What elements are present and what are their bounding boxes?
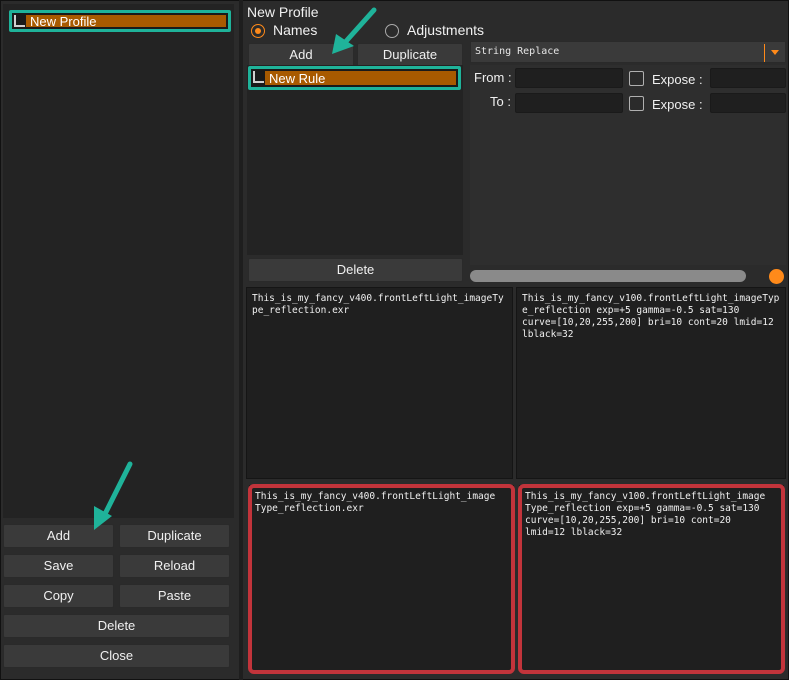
profile-list[interactable]: New Profile [3,4,234,518]
adjustments-radio-label[interactable]: Adjustments [407,22,484,38]
rule-list[interactable]: New Rule [247,65,463,255]
expose-to-checkbox[interactable] [629,96,644,111]
paste-button[interactable]: Paste [119,584,230,608]
dropdown-separator [764,44,765,62]
delete-rule-button[interactable]: Delete [248,258,463,282]
copy-button[interactable]: Copy [3,584,114,608]
annotation-arrow-icon [332,7,377,54]
reload-button[interactable]: Reload [119,554,230,578]
splitter[interactable] [239,0,243,680]
expose-from-label: Expose : [652,72,703,87]
source-name-preview[interactable]: This_is_my_fancy_v400.frontLeftLight_ima… [246,287,513,479]
profile-title: New Profile [247,4,319,20]
tree-branch-icon [14,15,25,27]
rule-item-label: New Rule [269,71,326,86]
expose-to-label: Expose : [652,97,703,112]
operation-dropdown[interactable]: String Replace [470,41,786,63]
close-button[interactable]: Close [3,644,230,668]
save-button[interactable]: Save [3,554,114,578]
to-label: To : [490,94,511,109]
horizontal-scrollbar[interactable] [470,270,746,282]
scroll-handle[interactable] [769,269,784,284]
tree-branch-icon [253,71,264,83]
adjustments-radio[interactable] [385,24,399,38]
delete-profile-button[interactable]: Delete [3,614,230,638]
result-name-highlight [248,484,515,674]
operation-value: String Replace [475,46,560,57]
result-adjust-highlight [518,484,785,674]
annotation-arrow-icon [94,461,133,530]
expose-from-field[interactable] [710,68,786,88]
expose-from-checkbox[interactable] [629,71,644,86]
profile-item-label: New Profile [30,14,97,29]
rule-item-new-rule[interactable]: New Rule [248,66,461,90]
from-field[interactable] [515,68,623,88]
to-field[interactable] [515,93,623,113]
names-radio[interactable] [251,24,265,38]
chevron-down-icon[interactable] [771,50,779,55]
expose-to-field[interactable] [710,93,786,113]
profile-item-new-profile[interactable]: New Profile [9,10,231,32]
from-label: From : [474,70,512,85]
names-radio-label[interactable]: Names [273,22,317,38]
source-adjust-preview[interactable]: This_is_my_fancy_v100.frontLeftLight_ima… [516,287,786,479]
